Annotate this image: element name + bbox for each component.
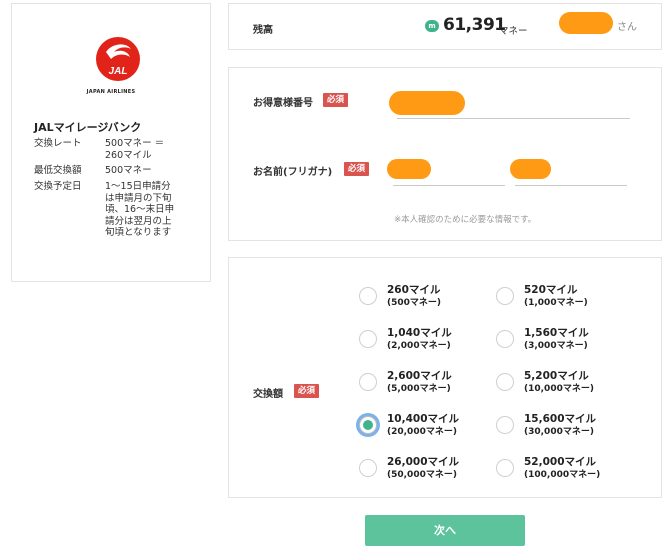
required-badge: 必須 xyxy=(323,93,349,107)
info-key: 最低交換額 xyxy=(34,165,82,176)
option-money: (2,000マネー) xyxy=(387,341,451,351)
radio-button[interactable] xyxy=(496,330,514,348)
account-number-value-redacted[interactable] xyxy=(389,91,465,115)
required-badge: 必須 xyxy=(294,384,320,398)
amount-option-2600[interactable]: 2,600マイル (5,000マネー) xyxy=(359,368,489,402)
balance-panel: 残高 m 61,391 マネー さん xyxy=(228,3,662,50)
amount-option-1560[interactable]: 1,560マイル (3,000マネー) xyxy=(496,325,626,359)
required-badge: 必須 xyxy=(344,162,370,176)
jal-logo-subtitle: JAPAN AIRLINES xyxy=(86,89,136,95)
bank-title: JALマイレージバンク xyxy=(34,121,142,134)
last-name-value-redacted[interactable] xyxy=(387,159,431,179)
option-money: (50,000マネー) xyxy=(387,470,457,480)
info-value: 500マネー xyxy=(105,165,152,176)
radio-button[interactable] xyxy=(359,373,377,391)
amount-option-15600[interactable]: 15,600マイル (30,000マネー) xyxy=(496,411,626,445)
balance-label: 残高 xyxy=(253,25,273,36)
amount-option-520[interactable]: 520マイル (1,000マネー) xyxy=(496,282,626,316)
info-value: 1〜15日申請分は申請月の下旬頃、16〜末日申請分は翌月の上旬頃となります xyxy=(105,181,175,238)
option-money: (500マネー) xyxy=(387,298,442,308)
customer-info-panel: お得意様番号 必須 お名前(フリガナ) 必須 ※本人確認のために必要な情報です。 xyxy=(228,67,662,241)
last-name-kana-input[interactable] xyxy=(393,185,505,186)
radio-button[interactable] xyxy=(359,330,377,348)
radio-button[interactable] xyxy=(359,459,377,477)
radio-button[interactable] xyxy=(496,459,514,477)
balance-value: 61,391 xyxy=(443,15,506,35)
radio-button-selected[interactable] xyxy=(359,416,377,434)
amount-option-5200[interactable]: 5,200マイル (10,000マネー) xyxy=(496,368,626,402)
radio-button[interactable] xyxy=(496,287,514,305)
option-money: (20,000マネー) xyxy=(387,427,457,437)
user-name-redacted xyxy=(559,12,613,34)
exchange-amount-label: 交換額 xyxy=(253,389,283,400)
radio-button[interactable] xyxy=(496,373,514,391)
name-kana-label: お名前(フリガナ) xyxy=(253,167,333,178)
first-name-value-redacted[interactable] xyxy=(510,159,551,179)
info-value: 500マネー ＝ 260マイル xyxy=(105,138,165,161)
info-key: 交換予定日 xyxy=(34,181,82,192)
next-button[interactable]: 次へ xyxy=(365,515,525,546)
balance-unit: マネー xyxy=(499,26,528,37)
jal-info-card: JAL JAPAN AIRLINES JALマイレージバンク 交換レート 500… xyxy=(11,3,211,282)
identity-note: ※本人確認のために必要な情報です。 xyxy=(394,215,537,225)
radio-button[interactable] xyxy=(359,287,377,305)
money-coin-icon: m xyxy=(425,20,439,32)
option-money: (1,000マネー) xyxy=(524,298,588,308)
option-money: (30,000マネー) xyxy=(524,427,594,437)
option-money: (100,000マネー) xyxy=(524,470,601,480)
first-name-kana-input[interactable] xyxy=(515,185,627,186)
option-money: (3,000マネー) xyxy=(524,341,588,351)
amount-option-260[interactable]: 260マイル (500マネー) xyxy=(359,282,489,316)
account-number-label: お得意様番号 xyxy=(253,98,313,109)
jal-logo-icon: JAL xyxy=(96,37,140,81)
amount-option-1040[interactable]: 1,040マイル (2,000マネー) xyxy=(359,325,489,359)
info-key: 交換レート xyxy=(34,138,82,149)
option-money: (10,000マネー) xyxy=(524,384,594,394)
user-name-suffix: さん xyxy=(617,22,637,33)
amount-option-26000[interactable]: 26,000マイル (50,000マネー) xyxy=(359,454,489,488)
amount-option-52000[interactable]: 52,000マイル (100,000マネー) xyxy=(496,454,626,488)
option-money: (5,000マネー) xyxy=(387,384,451,394)
exchange-amount-panel: 交換額 必須 260マイル (500マネー) 520マイル (1,000マネー)… xyxy=(228,257,662,498)
account-number-input[interactable] xyxy=(397,118,630,119)
jal-logo-text: JAL xyxy=(109,66,128,77)
amount-option-10400[interactable]: 10,400マイル (20,000マネー) xyxy=(359,411,489,445)
radio-button[interactable] xyxy=(496,416,514,434)
